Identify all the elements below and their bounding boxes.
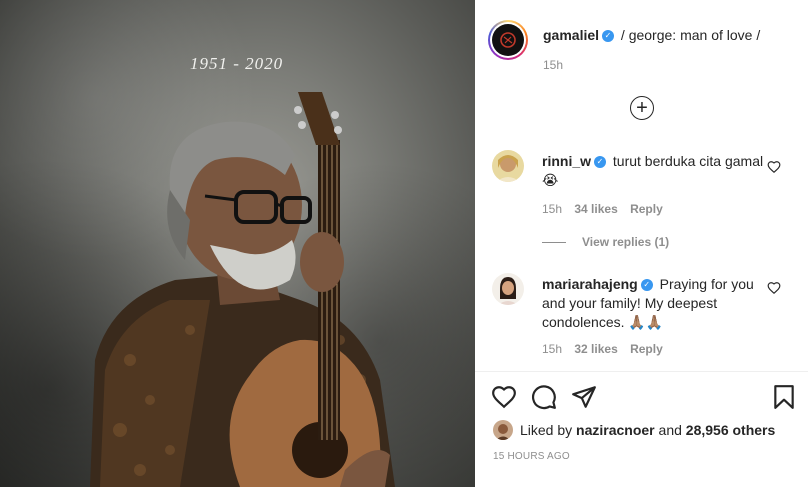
photo-year-overlay: 1951 - 2020: [190, 54, 284, 73]
comment-likes[interactable]: 34 likes: [574, 202, 617, 216]
comment-body: mariarahajeng ✓ Praying for you and your …: [542, 275, 767, 332]
verified-badge-icon: ✓: [602, 30, 615, 43]
others-likes-link[interactable]: 28,956 others: [686, 422, 776, 438]
commenter-avatar[interactable]: [492, 273, 524, 305]
caption: gamaliel ✓ / george: man of love /: [543, 27, 760, 43]
caption-time: 15h: [543, 58, 564, 72]
paper-plane-icon[interactable]: [571, 384, 597, 410]
commenter-username[interactable]: rinni_w: [542, 153, 591, 169]
section-divider: [475, 371, 808, 372]
caption-text: / george: man of love /: [620, 27, 761, 43]
view-replies-button[interactable]: View replies (1): [542, 235, 669, 249]
liked-by-summary: Liked by naziracnoer and 28,956 others: [493, 420, 775, 440]
liked-and-label: and: [658, 422, 682, 438]
reply-button[interactable]: Reply: [630, 202, 663, 216]
post-header: gamaliel ✓ / george: man of love / 15h: [475, 0, 808, 80]
liked-by-label: Liked by: [520, 422, 573, 438]
verified-badge-icon: ✓: [594, 156, 607, 169]
comment-time: 15h: [542, 202, 563, 216]
post-photo[interactable]: 1951 - 2020: [0, 0, 475, 487]
comment-likes[interactable]: 32 likes: [574, 342, 617, 356]
comment-like-heart-icon[interactable]: [767, 160, 781, 174]
action-bar: [475, 380, 808, 414]
post-details-panel: gamaliel ✓ / george: man of love / 15h + …: [475, 0, 808, 487]
author-username[interactable]: gamaliel: [543, 27, 599, 43]
plus-circle-icon[interactable]: +: [630, 96, 654, 120]
comment-bubble-icon[interactable]: [531, 384, 557, 410]
post-timestamp[interactable]: 15 HOURS AGO: [493, 451, 570, 462]
comment-body: rinni_w ✓ turut berduka cita gamal 😭: [542, 152, 767, 190]
heart-outline-icon[interactable]: [491, 384, 517, 410]
author-avatar[interactable]: [488, 20, 528, 60]
reply-button[interactable]: Reply: [630, 342, 663, 356]
liker-username[interactable]: naziracnoer: [576, 422, 655, 438]
comment-meta: 15h 32 likes Reply: [542, 342, 672, 356]
commenter-avatar[interactable]: [492, 150, 524, 182]
verified-badge-icon: ✓: [640, 279, 653, 292]
bookmark-icon[interactable]: [771, 384, 797, 410]
avatar-logo-icon: [500, 32, 516, 48]
comment-meta: 15h 34 likes Reply: [542, 202, 672, 216]
liker-avatar[interactable]: [493, 420, 513, 440]
comment-time: 15h: [542, 342, 563, 356]
comment-like-heart-icon[interactable]: [767, 281, 781, 295]
commenter-username[interactable]: mariarahajeng: [542, 276, 638, 292]
